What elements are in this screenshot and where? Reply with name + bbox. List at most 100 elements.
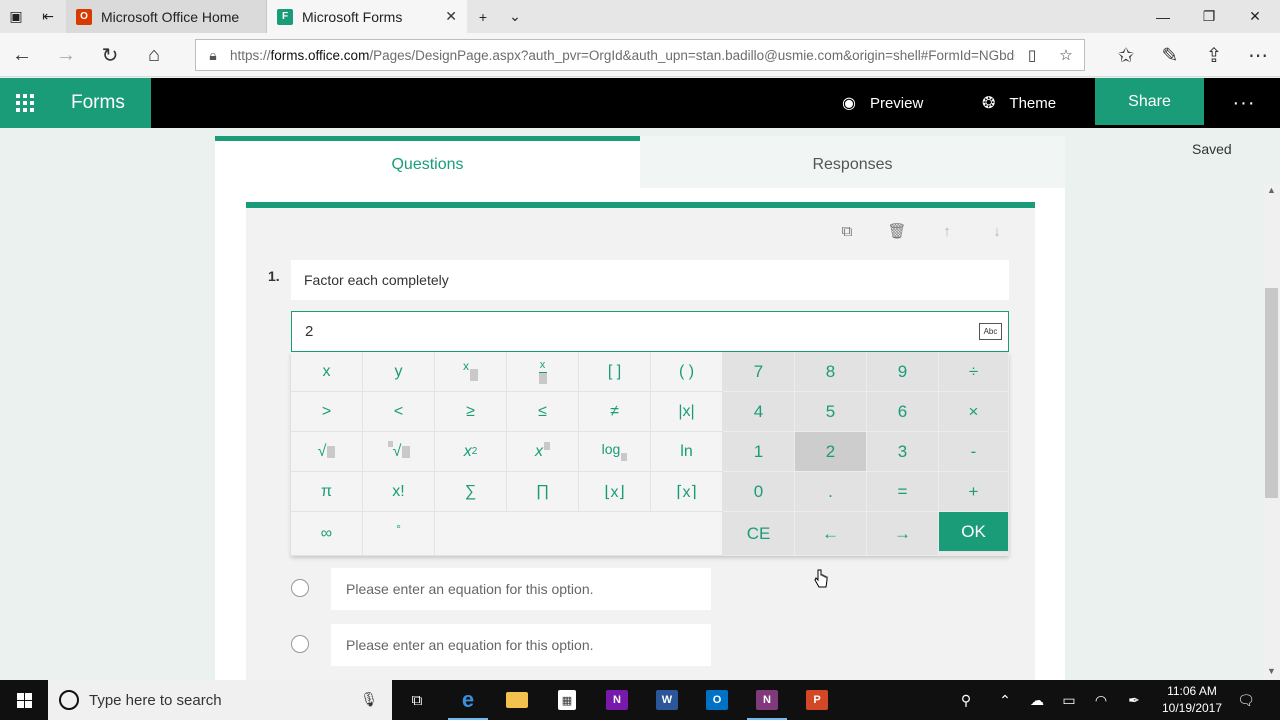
- key-decimal-point[interactable]: .: [795, 472, 867, 512]
- key-ok-button[interactable]: OK: [939, 512, 1009, 552]
- action-center-notification-icon[interactable]: 🗨︎: [1230, 680, 1262, 720]
- powerpoint-icon[interactable]: P: [792, 680, 842, 720]
- key-7[interactable]: 7: [723, 352, 795, 392]
- key-less-than[interactable]: <: [363, 392, 435, 432]
- microphone-icon[interactable]: 🎙︎: [360, 691, 378, 708]
- tab-responses[interactable]: Responses: [640, 136, 1065, 188]
- key-9[interactable]: 9: [867, 352, 939, 392]
- tab-list-chevron-icon[interactable]: ⌄: [499, 0, 531, 33]
- share-button[interactable]: Share: [1095, 78, 1204, 125]
- more-options-button[interactable]: ···: [1222, 78, 1266, 128]
- key-power[interactable]: x: [507, 432, 579, 472]
- key-8[interactable]: 8: [795, 352, 867, 392]
- start-windows-icon[interactable]: [0, 680, 48, 720]
- option-equation-input[interactable]: Please enter an equation for this option…: [331, 624, 711, 666]
- pen-workspace-icon[interactable]: ✒: [1118, 680, 1150, 720]
- key-floor[interactable]: ⌊x⌋: [579, 472, 651, 512]
- close-window-icon[interactable]: ✕: [1232, 0, 1278, 33]
- delete-trash-icon[interactable]: 🗑︎: [884, 220, 910, 242]
- share-page-icon[interactable]: ⇪: [1192, 33, 1236, 77]
- key-ceiling[interactable]: ⌈x⌉: [651, 472, 723, 512]
- show-hidden-icons-chevron-icon[interactable]: ⌃: [989, 680, 1021, 720]
- minimize-window-icon[interactable]: —: [1140, 0, 1186, 33]
- key-ln[interactable]: ln: [651, 432, 723, 472]
- system-clock[interactable]: 11:06 AM 10/19/2017: [1156, 683, 1228, 717]
- tab-manager-icon[interactable]: ▣: [0, 0, 32, 33]
- forward-arrow-icon[interactable]: →: [44, 33, 88, 77]
- key-6[interactable]: 6: [867, 392, 939, 432]
- key-factorial[interactable]: x!: [363, 472, 435, 512]
- new-tab-icon[interactable]: +: [467, 0, 499, 33]
- theme-button[interactable]: ❂ Theme: [982, 78, 1056, 128]
- key-3[interactable]: 3: [867, 432, 939, 472]
- battery-icon[interactable]: ▭: [1053, 680, 1085, 720]
- home-icon[interactable]: ⌂: [132, 33, 176, 77]
- edge-browser-icon[interactable]: e: [443, 680, 493, 720]
- key-2[interactable]: 2: [795, 432, 867, 472]
- scroll-up-arrow-icon[interactable]: ▲: [1263, 185, 1280, 195]
- preview-button[interactable]: ◉ Preview: [842, 78, 923, 128]
- browser-tab-forms[interactable]: F Microsoft Forms ✕: [267, 0, 467, 33]
- key-square-root[interactable]: √: [291, 432, 363, 472]
- key-y[interactable]: y: [363, 352, 435, 392]
- outlook-icon[interactable]: O: [692, 680, 742, 720]
- set-aside-tabs-icon[interactable]: ⇤: [32, 0, 64, 33]
- word-icon[interactable]: W: [642, 680, 692, 720]
- key-absolute-value[interactable]: |x|: [651, 392, 723, 432]
- key-cursor-right[interactable]: →: [867, 512, 939, 556]
- key-subscript[interactable]: x: [435, 352, 507, 392]
- key-clear-entry[interactable]: CE: [723, 512, 795, 556]
- app-name[interactable]: Forms: [50, 78, 151, 128]
- app-launcher-waffle-icon[interactable]: [0, 78, 50, 128]
- scrollbar-thumb[interactable]: [1265, 288, 1278, 498]
- key-nth-root[interactable]: √: [363, 432, 435, 472]
- move-down-arrow-icon[interactable]: ↓: [984, 220, 1010, 242]
- back-arrow-icon[interactable]: ←: [0, 33, 44, 77]
- onenote-2016-icon[interactable]: N: [742, 680, 792, 720]
- scroll-down-arrow-icon[interactable]: ▼: [1263, 666, 1280, 676]
- key-equals[interactable]: =: [867, 472, 939, 512]
- key-x[interactable]: x: [291, 352, 363, 392]
- key-product[interactable]: ∏: [507, 472, 579, 512]
- people-icon[interactable]: ⚲: [950, 680, 982, 720]
- key-summation[interactable]: ∑: [435, 472, 507, 512]
- question-title-input[interactable]: Factor each completely: [291, 260, 1009, 300]
- onenote-icon[interactable]: N: [592, 680, 642, 720]
- wifi-icon[interactable]: ◠: [1085, 680, 1117, 720]
- task-view-icon[interactable]: ⧉: [392, 680, 442, 720]
- key-greater-than[interactable]: >: [291, 392, 363, 432]
- key-multiply[interactable]: ×: [939, 392, 1009, 432]
- onedrive-cloud-icon[interactable]: ☁: [1021, 680, 1053, 720]
- key-pi[interactable]: π: [291, 472, 363, 512]
- vertical-scrollbar[interactable]: ▲ ▼: [1263, 183, 1280, 680]
- file-explorer-icon[interactable]: [492, 680, 542, 720]
- move-up-arrow-icon[interactable]: ↑: [934, 220, 960, 242]
- option-equation-input[interactable]: Please enter an equation for this option…: [331, 568, 711, 610]
- close-tab-icon[interactable]: ✕: [445, 8, 457, 25]
- copy-question-icon[interactable]: ⧉: [834, 220, 860, 242]
- address-bar[interactable]: 🔒︎ https://forms.office.com/Pages/Design…: [195, 39, 1085, 71]
- key-not-equal[interactable]: ≠: [579, 392, 651, 432]
- restore-window-icon[interactable]: ❐: [1186, 0, 1232, 33]
- key-parentheses[interactable]: ( ): [651, 352, 723, 392]
- key-cursor-left[interactable]: ←: [795, 512, 867, 556]
- reading-view-icon[interactable]: ▯: [1015, 46, 1049, 64]
- key-infinity[interactable]: ∞: [291, 512, 363, 556]
- key-plus[interactable]: +: [939, 472, 1009, 512]
- option-radio[interactable]: [291, 635, 309, 653]
- key-greater-equal[interactable]: ≥: [435, 392, 507, 432]
- key-degree[interactable]: °: [363, 512, 435, 556]
- key-0[interactable]: 0: [723, 472, 795, 512]
- option-radio[interactable]: [291, 579, 309, 597]
- key-divide[interactable]: ÷: [939, 352, 1009, 392]
- favorite-star-icon[interactable]: ☆: [1049, 46, 1083, 64]
- taskbar-search-box[interactable]: Type here to search 🎙︎: [48, 680, 392, 720]
- equation-input[interactable]: 2 Abc: [291, 311, 1009, 352]
- favorites-hub-icon[interactable]: ✩: [1104, 33, 1148, 77]
- store-icon[interactable]: ▦: [542, 680, 592, 720]
- key-square[interactable]: x2: [435, 432, 507, 472]
- key-log[interactable]: log: [579, 432, 651, 472]
- key-fraction[interactable]: x: [507, 352, 579, 392]
- key-brackets[interactable]: [ ]: [579, 352, 651, 392]
- key-less-equal[interactable]: ≤: [507, 392, 579, 432]
